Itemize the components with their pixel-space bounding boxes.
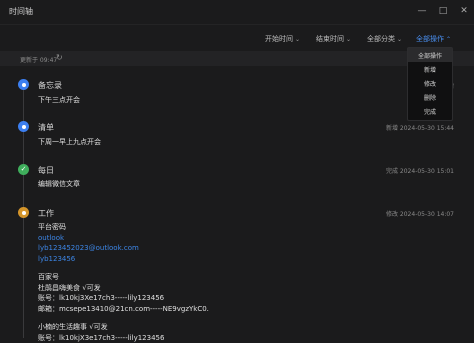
filter-end-time[interactable]: 结束时间 ⌄ <box>316 34 351 44</box>
circle-dot-icon <box>18 207 29 218</box>
entry-action: 完成 <box>386 168 398 175</box>
filter-category[interactable]: 全部分类 ⌄ <box>367 34 402 44</box>
content-link[interactable]: lyb123452023@outlook.com <box>38 243 209 254</box>
dropdown-item-all-operations[interactable]: 全部操作 <box>408 48 452 62</box>
entry-category: 每日 <box>38 165 54 176</box>
close-button[interactable]: ✕ <box>458 5 470 17</box>
dropdown-item-add[interactable]: 新增 <box>408 62 452 76</box>
entry-content: 下周一早上九点开会 <box>38 137 101 148</box>
entry-meta: 完成 2024-05-30 15:01 <box>386 166 454 175</box>
entry-content: 下午三点开会 <box>38 95 80 106</box>
check-icon: ✓ <box>18 164 29 175</box>
entry-content: 平台密码 outlook lyb123452023@outlook.com ly… <box>38 222 209 343</box>
chevron-up-icon: ⌃ <box>446 36 451 43</box>
entry-time: 2024-05-30 14:07 <box>400 211 454 218</box>
circle-dot-icon <box>18 121 29 132</box>
content-line: 账号：lk10kj3Xe17ch3-----lily123456 <box>38 293 209 304</box>
refresh-icon[interactable]: ↻ <box>56 53 63 62</box>
entry-content: 编辑微信文章 <box>38 179 80 190</box>
dropdown-item-delete[interactable]: 删除 <box>408 90 452 104</box>
content-line: 下午三点开会 <box>38 95 80 106</box>
filter-start-time-label: 开始时间 <box>265 34 293 44</box>
circle-dot-icon <box>18 79 29 90</box>
filter-operation[interactable]: 全部操作 ⌃ <box>416 34 451 44</box>
chevron-down-icon: ⌄ <box>397 36 402 43</box>
entry-action: 新增 <box>386 125 398 132</box>
minimize-button[interactable]: — <box>416 5 428 17</box>
chevron-down-icon: ⌄ <box>295 36 300 43</box>
title-bar: 时间轴 — □ ✕ <box>0 0 474 25</box>
window-title: 时间轴 <box>9 6 33 17</box>
content-link[interactable]: lyb123456 <box>38 254 209 265</box>
entry-category: 清单 <box>38 122 54 133</box>
dropdown-item-modify[interactable]: 修改 <box>408 76 452 90</box>
entry-meta: 新增 2024-05-30 15:44 <box>386 123 454 132</box>
entry-time: 2024-05-30 15:44 <box>400 125 454 132</box>
filter-category-label: 全部分类 <box>367 34 395 44</box>
filter-start-time[interactable]: 开始时间 ⌄ <box>265 34 300 44</box>
entry-action: 修改 <box>386 211 398 218</box>
chevron-down-icon: ⌄ <box>346 36 351 43</box>
content-link[interactable]: outlook <box>38 233 209 244</box>
content-line: 百家号 <box>38 272 209 283</box>
filter-operation-label: 全部操作 <box>416 34 444 44</box>
entry-category: 备忘录 <box>38 80 62 91</box>
content-line: 邮箱：mcsepe13410@21cn.com-----NE9vgzYkC0. <box>38 304 209 315</box>
content-line: 下周一早上九点开会 <box>38 137 101 148</box>
content-line: 杜鹃昌嗨美食 √可发 <box>38 283 209 294</box>
content-spacer <box>38 264 209 272</box>
content-line: 编辑微信文章 <box>38 179 80 190</box>
dropdown-item-complete[interactable]: 完成 <box>408 104 452 118</box>
entry-meta: 修改 2024-05-30 14:07 <box>386 209 454 218</box>
operation-dropdown-menu: 全部操作 新增 修改 删除 完成 <box>407 47 453 121</box>
content-line: 平台密码 <box>38 222 209 233</box>
filter-toolbar: 开始时间 ⌄ 结束时间 ⌄ 全部分类 ⌄ 全部操作 ⌃ <box>0 25 474 51</box>
entry-time: 2024-05-30 15:01 <box>400 168 454 175</box>
content-spacer <box>38 314 209 322</box>
entry-category: 工作 <box>38 208 54 219</box>
maximize-button[interactable]: □ <box>437 5 449 17</box>
content-line: 小楠的生活趣事 √可发 <box>38 322 209 333</box>
refresh-status: 更新于 09:47 <box>20 55 57 64</box>
refresh-bar: 更新于 09:47 ↻ <box>0 51 474 66</box>
filter-end-time-label: 结束时间 <box>316 34 344 44</box>
